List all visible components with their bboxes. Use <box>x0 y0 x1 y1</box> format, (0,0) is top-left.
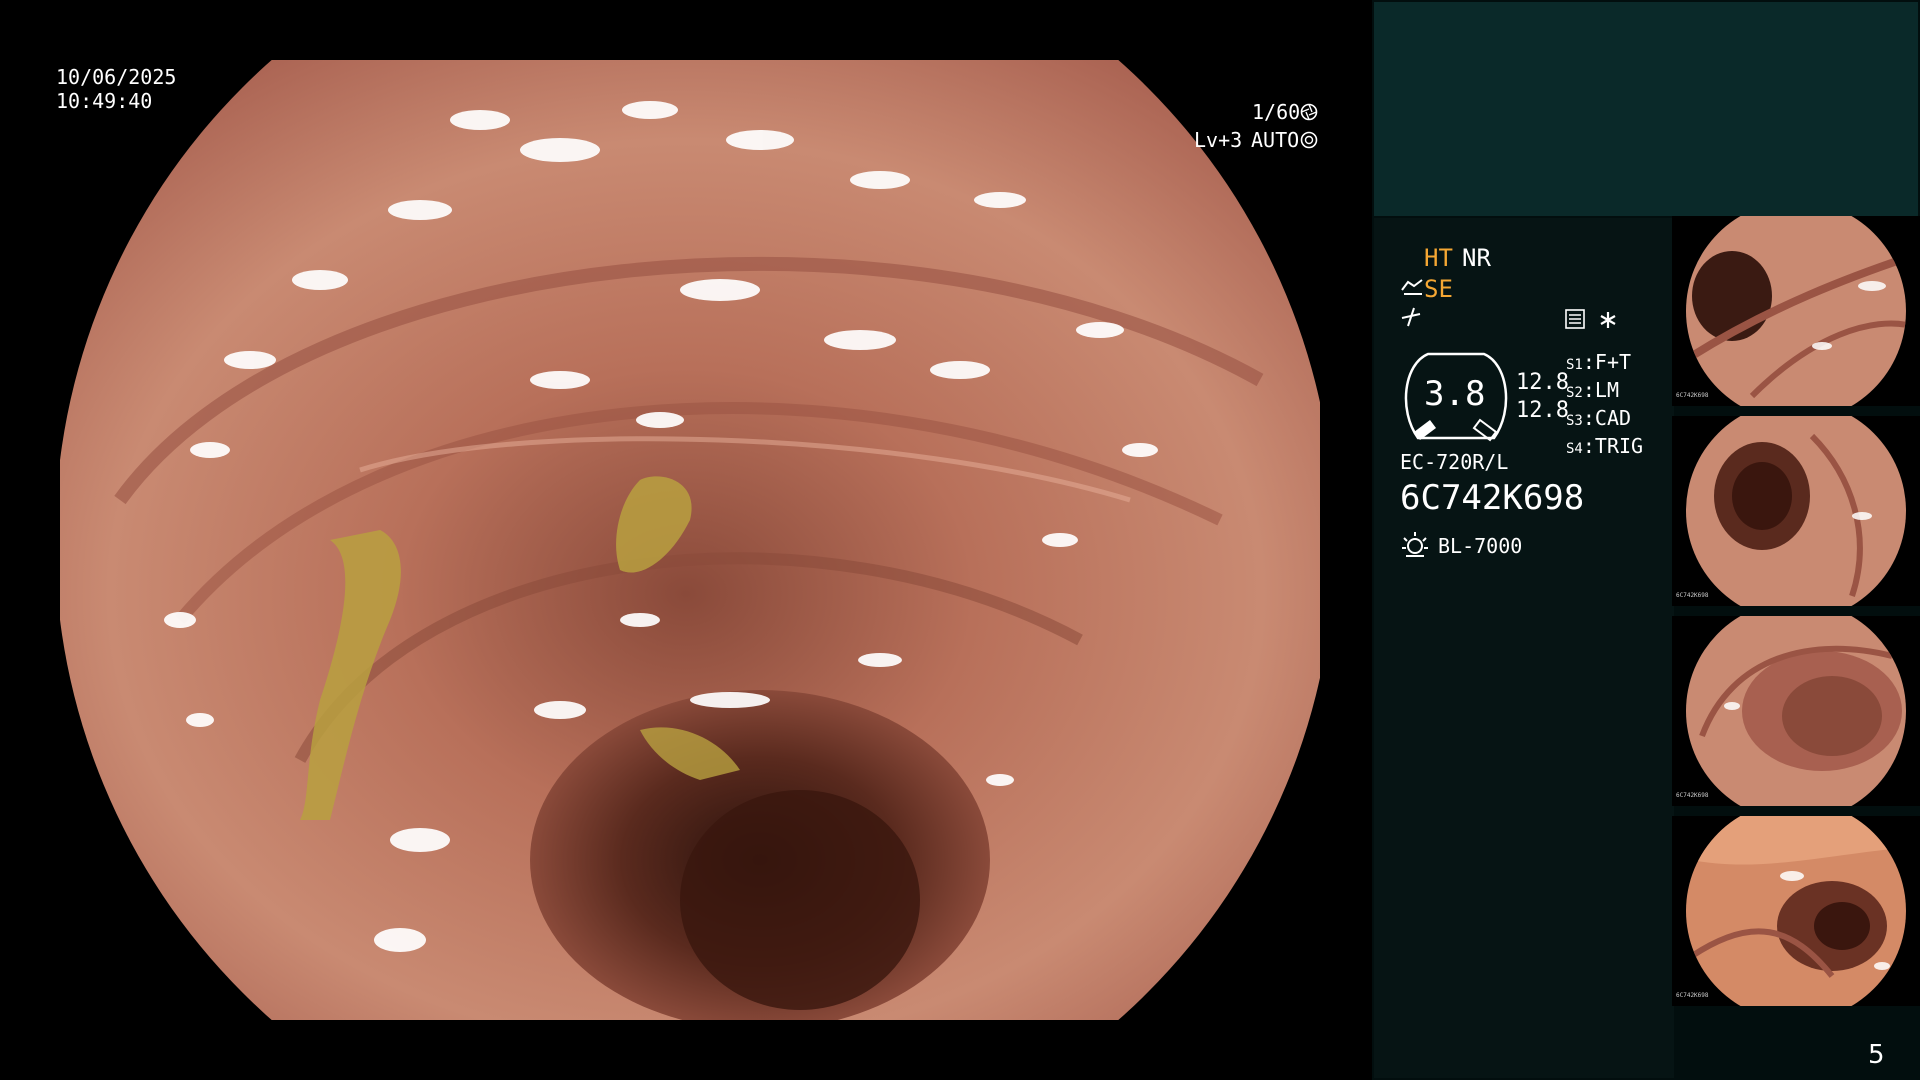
page-number: 5 <box>1868 1040 1885 1070</box>
thumbnail-serial: 6C742K698 <box>1676 592 1709 599</box>
lamp-icon <box>1402 532 1428 557</box>
gauge-reading-2: 12.8 <box>1516 398 1569 423</box>
switch-item: S3:CAD <box>1566 406 1632 430</box>
info-panel <box>1374 218 1674 1078</box>
thumbnail-4[interactable]: 6C742K698 <box>1672 816 1920 1006</box>
switch-item: S2:LM <box>1566 378 1619 402</box>
thumbnail-1[interactable]: 6C742K698 <box>1672 216 1920 406</box>
ht-label: HT <box>1424 244 1453 272</box>
time-text: 10:49:40 <box>56 89 153 113</box>
scope-icon <box>1401 279 1423 295</box>
filter-icon <box>1401 307 1421 327</box>
scope-serial: 6C742K698 <box>1400 478 1585 518</box>
iris-mode-text: AUTO <box>1251 128 1300 152</box>
level-text: Lv+3 <box>1194 128 1243 152</box>
date-text: 10/06/2025 <box>56 65 177 89</box>
switch-item: S4:TRIG <box>1566 434 1644 458</box>
light-source-text: BL-7000 <box>1438 534 1523 558</box>
thumbnail-serial: 6C742K698 <box>1676 392 1709 399</box>
settings-icon <box>1565 309 1585 329</box>
endoscope-image <box>60 60 1320 1020</box>
gauge-reading-1: 12.8 <box>1516 370 1569 395</box>
shutter-icon <box>1300 103 1318 121</box>
asterisk-icon <box>1600 312 1616 328</box>
scope-model: EC-720R/L <box>1400 450 1509 474</box>
se-label: SE <box>1424 275 1453 303</box>
endoscope-main-view: 10/06/2025 10:49:40 1/60 Lv+3 AUTO <box>0 0 1372 1080</box>
sidebar-header-panel <box>1374 2 1918 216</box>
gauge-value: 3.8 <box>1424 374 1486 414</box>
thumbnail-serial: 6C742K698 <box>1676 992 1709 999</box>
switch-item: S1:F+T <box>1566 350 1632 374</box>
shutter-text: 1/60 <box>1252 100 1301 124</box>
iris-icon <box>1300 131 1318 149</box>
thumbnail-3[interactable]: 6C742K698 <box>1672 616 1920 806</box>
thumbnail-serial: 6C742K698 <box>1676 792 1709 799</box>
nr-label: NR <box>1462 244 1491 272</box>
thumbnail-2[interactable]: 6C742K698 <box>1672 416 1920 606</box>
switch-list: S1:F+T S2:LM S3:CAD S4:TRIG <box>1566 350 1643 462</box>
